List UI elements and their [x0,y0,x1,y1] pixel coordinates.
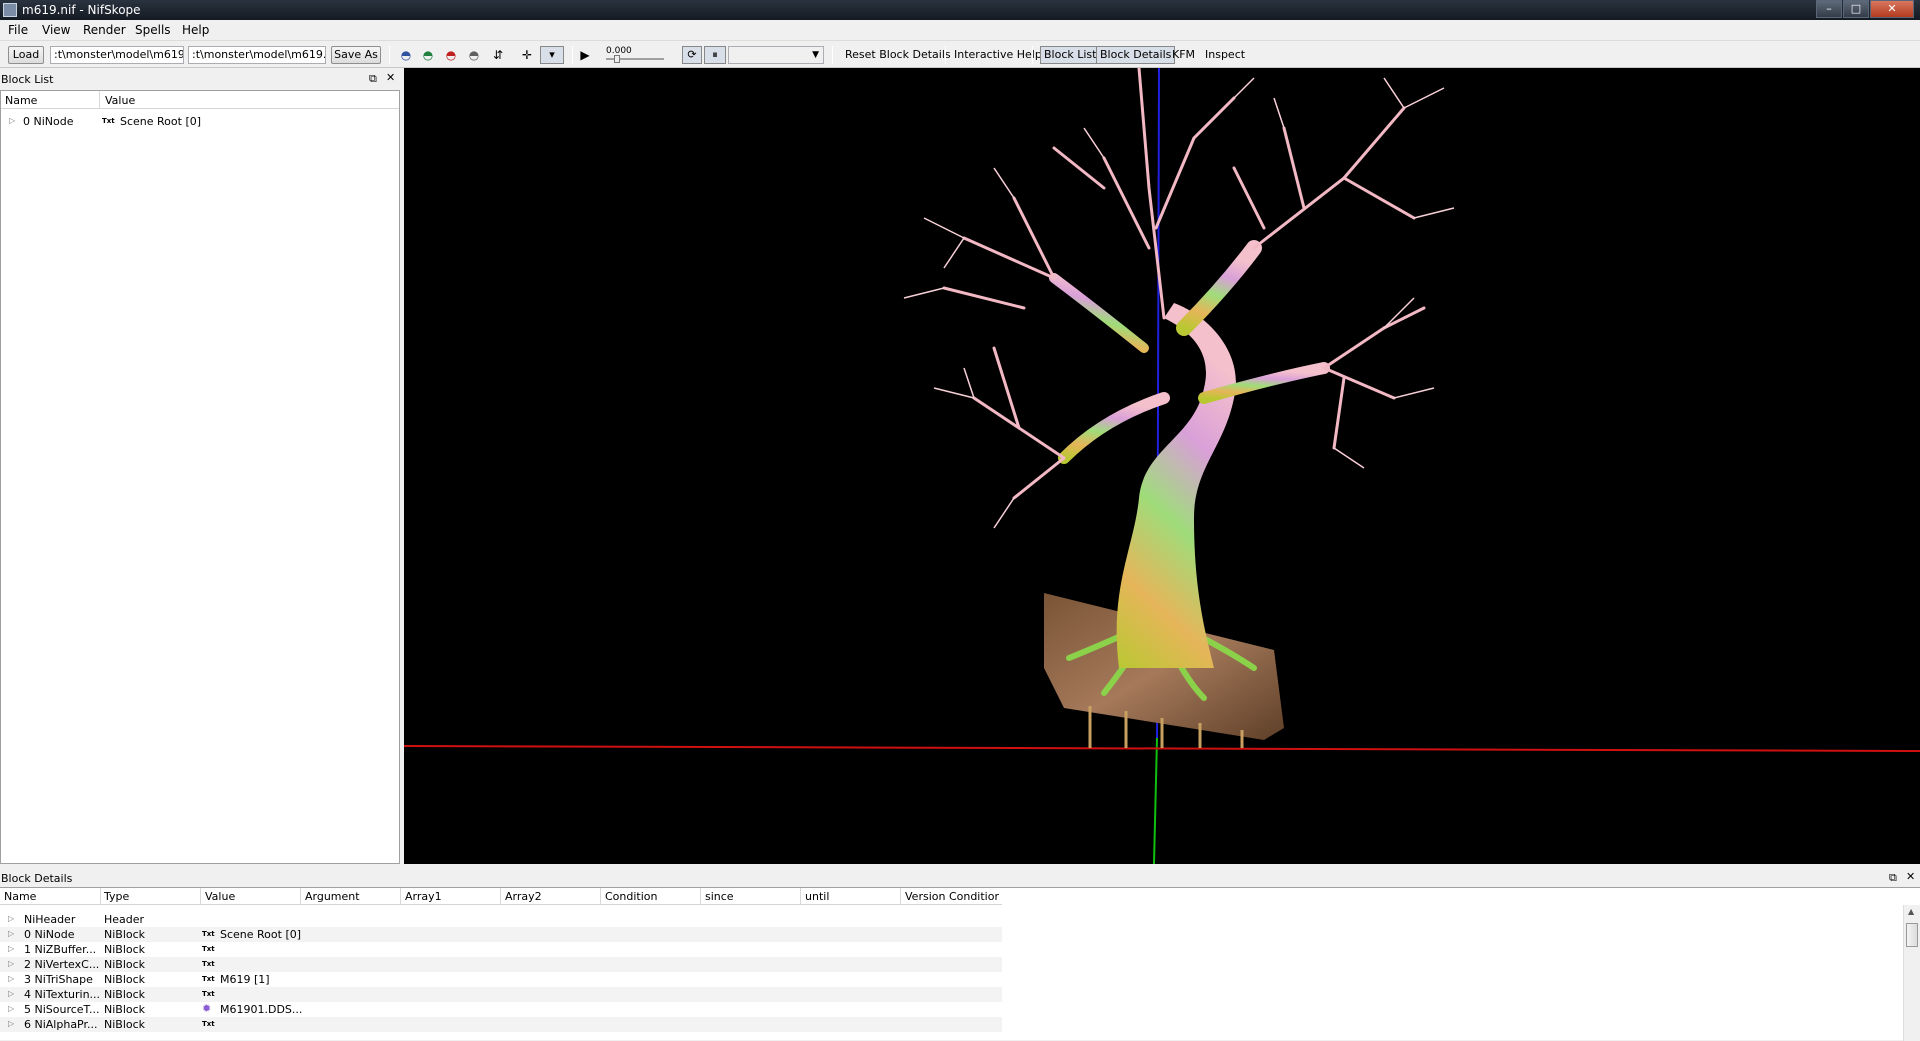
kfm-button[interactable]: KFM [1172,48,1195,61]
column-name[interactable]: Name [5,94,37,107]
tree-row[interactable]: ▷ 0 NiNode Txt Scene Root [0] [1,114,399,129]
table-row[interactable]: ▷ 2 NiVertexC... NiBlock Txt [0,957,1002,972]
txt-icon: Txt [202,945,215,953]
texture-icon: ✹ [202,1002,212,1015]
menu-file[interactable]: File [8,23,28,37]
column-array2[interactable]: Array2 [505,890,542,903]
block-details-table[interactable]: Name Type Value Argument Array1 Array2 C… [0,887,1920,1041]
block-list-toggle[interactable]: Block List [1040,46,1101,64]
inspect-button[interactable]: Inspect [1205,48,1245,61]
table-row[interactable]: ▷ 3 NiTriShape NiBlock Txt M619 [1] [0,972,1002,987]
switch-anim-icon[interactable]: ⏸ [704,46,726,64]
scroll-thumb[interactable] [1906,923,1918,947]
app-icon [3,3,17,17]
column-type[interactable]: Type [104,890,129,903]
load-path-field[interactable]: :t\monster\model\m619.nif [50,46,184,64]
float-icon[interactable]: ⧉ [1889,872,1897,884]
save-as-button[interactable]: Save As [331,46,381,64]
block-list-header: Name Value [1,91,399,109]
expand-arrow-icon[interactable]: ▷ [8,974,14,983]
table-row[interactable]: ▷ 1 NiZBuffer... NiBlock Txt [0,942,1002,957]
title-bar: m619.nif - NifSkope – □ ✕ [0,0,1920,20]
expand-arrow-icon[interactable]: ▷ [8,1004,14,1013]
column-argument[interactable]: Argument [305,890,360,903]
menu-render[interactable]: Render [83,23,126,37]
expand-arrow-icon[interactable]: ▷ [8,914,14,923]
block-value: Scene Root [0] [120,115,202,128]
vertical-scrollbar[interactable]: ▲ [1903,905,1920,1041]
reset-block-details-button[interactable]: Reset Block Details [845,48,951,61]
column-value[interactable]: Value [105,94,135,107]
table-row[interactable]: ▷ 4 NiTexturin... NiBlock Txt [0,987,1002,1002]
view-walk-icon[interactable]: ◓ [398,48,414,62]
block-details-header: Name Type Value Argument Array1 Array2 C… [0,888,1002,905]
view-menu-icon[interactable]: ▾ [540,46,564,64]
menu-help[interactable]: Help [182,23,209,37]
axes-icon[interactable]: ✛ [519,48,535,62]
scroll-up-icon[interactable]: ▲ [1908,907,1914,916]
close-icon[interactable]: ✕ [1906,871,1915,883]
maximize-button[interactable]: □ [1843,0,1869,18]
y-axis [1153,737,1158,864]
close-window-button[interactable]: ✕ [1870,0,1914,18]
expand-arrow-icon[interactable]: ▷ [8,929,14,938]
loop-icon[interactable]: ⟳ [682,46,702,64]
column-version-condition[interactable]: Version Conditior [905,890,999,903]
view-top-icon[interactable]: ◓ [466,48,482,62]
scene-render [404,68,1920,864]
menu-view[interactable]: View [42,23,70,37]
txt-icon: Txt [202,930,215,938]
menu-bar: File View Render Spells Help [0,20,1920,41]
txt-icon: Txt [202,1020,215,1028]
save-path-field[interactable]: :t\monster\model\m619.nif [188,46,326,64]
column-since[interactable]: since [705,890,734,903]
table-row[interactable]: ▷ 0 NiNode NiBlock Txt Scene Root [0] [0,927,1002,942]
table-row[interactable]: ▷ NiHeader Header [0,912,1002,927]
block-details-toggle[interactable]: Block Details [1096,46,1176,64]
window-controls: – □ ✕ [1815,0,1914,18]
time-slider[interactable] [606,55,664,63]
toolbar: Load :t\monster\model\m619.nif :t\monste… [0,42,1920,68]
window-title: m619.nif - NifSkope [22,3,141,17]
view-front-icon[interactable]: ◓ [420,48,436,62]
view-side-icon[interactable]: ◓ [443,48,459,62]
column-value[interactable]: Value [205,890,235,903]
txt-icon: Txt [202,960,215,968]
expand-arrow-icon[interactable]: ▷ [8,989,14,998]
expand-arrow-icon[interactable]: ▷ [9,116,15,125]
txt-icon: Txt [202,990,215,998]
table-row[interactable]: ▷ 6 NiAlphaPr... NiBlock Txt [0,1017,1002,1032]
column-condition[interactable]: Condition [605,890,658,903]
table-row[interactable]: ▷ 5 NiSourceT... NiBlock ✹ M61901.DDS... [0,1002,1002,1017]
expand-arrow-icon[interactable]: ▷ [8,1019,14,1028]
expand-arrow-icon[interactable]: ▷ [8,959,14,968]
menu-spells[interactable]: Spells [135,23,171,37]
column-array1[interactable]: Array1 [405,890,442,903]
animation-select[interactable]: ▼ [728,46,824,64]
float-icon[interactable]: ⧉ [369,73,377,85]
tree-trunk [1116,303,1236,668]
block-details-title: Block Details [1,872,73,885]
flip-view-icon[interactable]: ⇵ [490,48,506,62]
render-viewport[interactable] [404,68,1920,864]
close-icon[interactable]: ✕ [386,72,395,84]
txt-icon: Txt [102,117,115,125]
play-icon[interactable]: ▶ [577,48,593,62]
block-list-title: Block List [1,73,54,86]
load-button[interactable]: Load [8,46,44,64]
chevron-down-icon: ▼ [812,50,819,60]
column-until[interactable]: until [805,890,829,903]
interactive-help-button[interactable]: Interactive Help [954,48,1042,61]
expand-arrow-icon[interactable]: ▷ [8,944,14,953]
txt-icon: Txt [202,975,215,983]
block-name: 0 NiNode [23,115,74,128]
minimize-button[interactable]: – [1816,0,1842,18]
block-list-tree[interactable]: Name Value ▷ 0 NiNode Txt Scene Root [0] [0,90,400,864]
column-name[interactable]: Name [4,890,36,903]
